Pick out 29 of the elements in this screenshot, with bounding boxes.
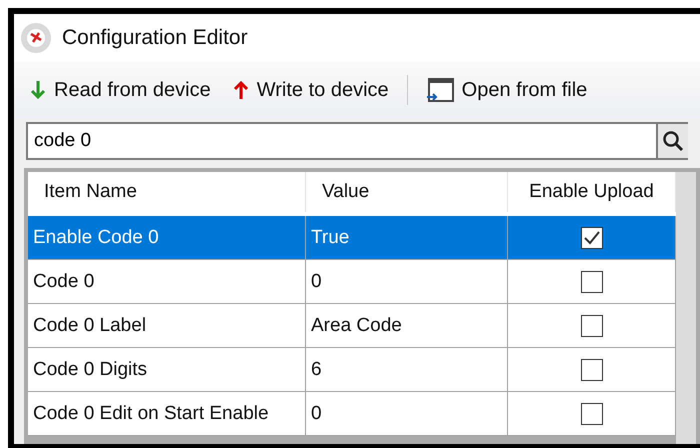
checkbox[interactable] <box>580 358 602 380</box>
toolbar-button[interactable]: Open from file <box>422 77 592 103</box>
column-header[interactable]: Item Name <box>28 172 306 212</box>
table-cell: Enable Code 0 <box>28 216 306 260</box>
app-logo-icon <box>20 22 52 54</box>
table-cell: Code 0 Edit on Start Enable <box>28 392 306 436</box>
table-cell: Code 0 Label <box>28 304 306 348</box>
table-cell: Area Code <box>306 304 508 348</box>
search-button[interactable] <box>656 122 688 160</box>
window-title: Configuration Editor <box>62 26 248 50</box>
table-cell: 6 <box>306 348 508 392</box>
table-cell: Code 0 Digits <box>28 348 306 392</box>
checkbox[interactable] <box>580 402 602 424</box>
table-cell: True <box>306 216 508 260</box>
column-header[interactable]: Value <box>306 172 508 212</box>
check-icon <box>584 230 600 244</box>
checkbox[interactable] <box>580 226 602 248</box>
search-icon <box>662 130 684 152</box>
down-arrow-icon <box>30 80 46 100</box>
table-cell: 0 <box>306 260 508 304</box>
window-icon <box>426 77 454 103</box>
table-cell: Code 0 <box>28 260 306 304</box>
search-field[interactable]: code 0 <box>26 122 656 160</box>
checkbox[interactable] <box>580 314 602 336</box>
up-arrow-icon <box>232 80 249 100</box>
table-cell: 0 <box>306 392 508 436</box>
toolbar-button[interactable]: Read from device <box>26 78 215 102</box>
toolbar-button[interactable]: Write to device <box>228 78 393 102</box>
checkbox[interactable] <box>580 270 602 292</box>
